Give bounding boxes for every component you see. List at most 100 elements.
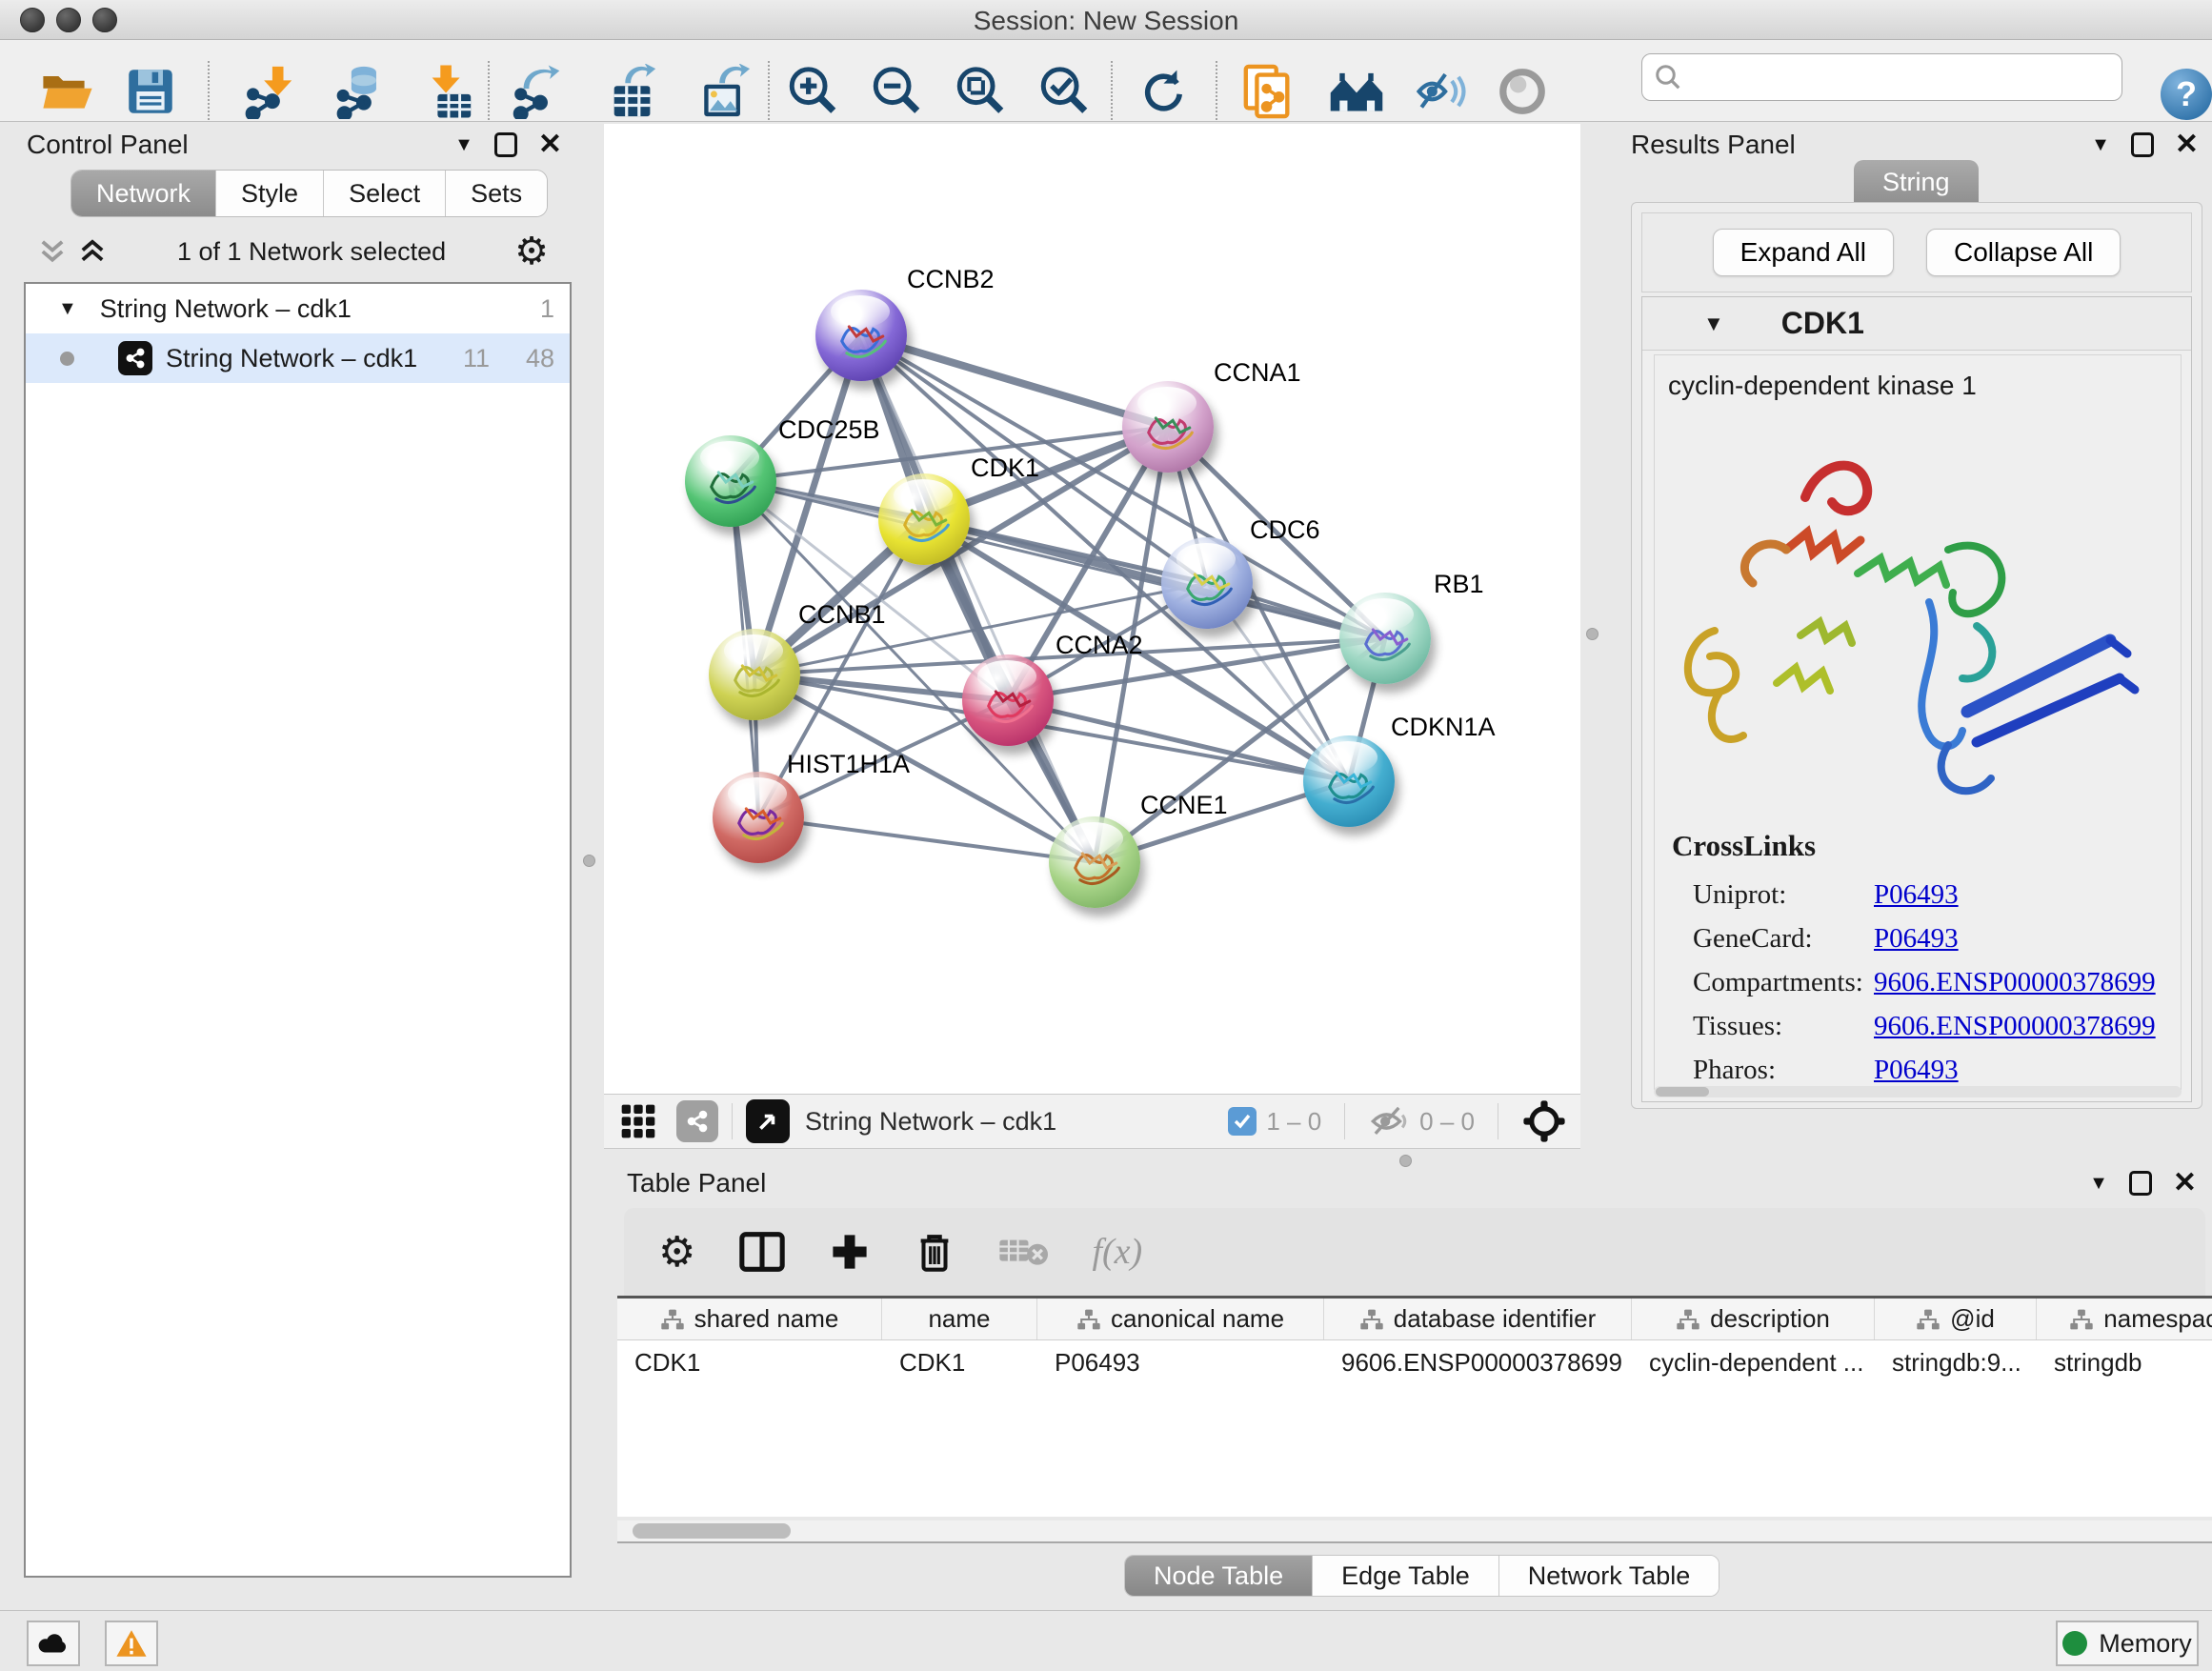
node-CDKN1A[interactable] (1303, 735, 1395, 827)
hidden-eye-icon[interactable] (1368, 1104, 1410, 1138)
save-session-icon[interactable] (126, 63, 175, 120)
expand-all-button[interactable]: Expand All (1713, 229, 1894, 276)
export-table-icon[interactable] (606, 63, 661, 120)
close-panel-icon[interactable]: ✕ (538, 131, 562, 159)
crosslink-link-pharos[interactable]: P06493 (1874, 1055, 1959, 1086)
results-tab-string[interactable]: String (1854, 160, 1979, 205)
table-hscrollbar[interactable] (617, 1520, 2212, 1541)
network-options-gear-icon[interactable]: ⚙ (514, 230, 549, 273)
show-columns-icon[interactable] (739, 1231, 785, 1273)
pan-crosshair-icon[interactable] (1521, 1098, 1567, 1144)
column-header-sharedname[interactable]: shared name (617, 1299, 882, 1339)
hide-selected-icon[interactable] (1414, 63, 1469, 120)
network-collection-row[interactable]: ▼ String Network – cdk1 1 (26, 284, 570, 333)
zoom-selected-icon[interactable] (1036, 63, 1092, 120)
maximize-panel-icon[interactable] (494, 132, 517, 157)
close-panel-icon[interactable]: ✕ (2173, 1169, 2197, 1198)
birds-eye-view-icon[interactable] (746, 1099, 790, 1143)
tab-select[interactable]: Select (324, 171, 446, 216)
column-header-description[interactable]: description (1632, 1299, 1875, 1339)
edge-CCNA2-CDKN1A[interactable] (1008, 700, 1349, 781)
import-network-database-icon[interactable] (333, 63, 389, 120)
open-session-icon[interactable] (40, 63, 95, 120)
table-row[interactable]: CDK1CDK1P064939606.ENSP00000378699cyclin… (617, 1340, 2212, 1384)
crosslink-link-genecard[interactable]: P06493 (1874, 923, 1959, 955)
memory-button[interactable]: Memory (2056, 1621, 2199, 1666)
column-header-name[interactable]: name (882, 1299, 1037, 1339)
collapse-collection-icon[interactable]: ▼ (58, 298, 77, 320)
expand-all-networks-icon[interactable] (76, 236, 109, 267)
selected-nodes-checkbox[interactable] (1228, 1107, 1257, 1136)
crosslink-link-tissues[interactable]: 9606.ENSP00000378699 (1874, 1011, 2156, 1042)
crosslink-row: Uniprot:P06493 (1655, 873, 2181, 916)
node-CDK1[interactable] (878, 473, 970, 565)
delete-column-icon[interactable] (915, 1230, 955, 1274)
export-network-icon[interactable] (513, 63, 568, 120)
maximize-panel-icon[interactable] (2131, 132, 2154, 157)
toolbar-search[interactable] (1641, 53, 2122, 101)
apply-layout-icon[interactable] (1136, 63, 1189, 120)
zoom-out-icon[interactable] (869, 63, 924, 120)
zoom-in-icon[interactable] (785, 63, 840, 120)
maximize-panel-icon[interactable] (2129, 1171, 2152, 1196)
node-CDC6[interactable] (1161, 537, 1253, 629)
tab-style[interactable]: Style (216, 171, 324, 216)
node-CCNB2[interactable] (815, 290, 907, 381)
function-builder-icon[interactable]: f(x) (1092, 1231, 1142, 1273)
tab-network-table[interactable]: Network Table (1499, 1556, 1719, 1596)
crosslink-link-compartments[interactable]: 9606.ENSP00000378699 (1874, 967, 2156, 998)
add-column-icon[interactable] (829, 1231, 871, 1273)
search-input[interactable] (1682, 63, 2101, 92)
results-hscrollbar[interactable] (1654, 1086, 2182, 1097)
gene-section-header[interactable]: ▼ CDK1 (1642, 297, 2191, 351)
column-header-namespace[interactable]: namespace (2037, 1299, 2212, 1339)
search-icon (1654, 63, 1682, 91)
import-network-file-icon[interactable] (242, 63, 297, 120)
network-share-view-icon[interactable] (676, 1100, 718, 1142)
node-CDC25B[interactable] (685, 435, 776, 527)
node-gloss (977, 660, 1036, 693)
left-splitter-handle[interactable] (583, 855, 595, 867)
node-HIST1H1A[interactable] (713, 772, 804, 863)
column-header-canonicalname[interactable]: canonical name (1037, 1299, 1324, 1339)
graphics-details-icon[interactable] (1498, 63, 1547, 120)
float-panel-icon[interactable]: ▼ (2091, 134, 2110, 156)
grid-view-icon[interactable] (619, 1102, 657, 1140)
tab-edge-table[interactable]: Edge Table (1313, 1556, 1499, 1596)
table-options-gear-icon[interactable]: ⚙ (658, 1228, 695, 1277)
close-panel-icon[interactable]: ✕ (2175, 131, 2199, 159)
delete-table-icon[interactable] (998, 1235, 1048, 1269)
crosslink-link-uniprot[interactable]: P06493 (1874, 879, 1959, 911)
edge-HIST1H1A-CCNE1[interactable] (758, 817, 1095, 862)
collapse-all-button[interactable]: Collapse All (1926, 229, 2121, 276)
node-CCNA2[interactable] (962, 654, 1054, 746)
right-splitter-handle[interactable] (1586, 628, 1599, 640)
node-CCNA1[interactable] (1122, 381, 1214, 473)
node-RB1[interactable] (1339, 593, 1431, 684)
collapse-all-networks-icon[interactable] (36, 236, 69, 267)
tab-node-table[interactable]: Node Table (1125, 1556, 1313, 1596)
float-panel-icon[interactable]: ▼ (454, 134, 473, 156)
tab-network[interactable]: Network (71, 171, 216, 216)
column-header-id[interactable]: @id (1875, 1299, 2037, 1339)
node-CCNE1[interactable] (1049, 816, 1140, 908)
network-canvas[interactable]: CCNB2CCNA1CDC25BCDK1CDC6RB1CCNB1CCNA2CDK… (604, 124, 1580, 1094)
float-panel-icon[interactable]: ▼ (2089, 1173, 2108, 1195)
network-column-icon (1916, 1308, 1941, 1331)
cloud-icon (36, 1631, 70, 1656)
edge-CCNB2-CCNA1[interactable] (861, 335, 1168, 427)
collapse-section-icon[interactable]: ▼ (1703, 312, 1724, 336)
cloud-status-button[interactable] (27, 1621, 80, 1666)
help-button[interactable]: ? (2161, 69, 2212, 120)
column-header-databaseidentifier[interactable]: database identifier (1324, 1299, 1632, 1339)
export-image-icon[interactable] (697, 63, 753, 120)
edge-CCNB2-CCNE1[interactable] (861, 335, 1095, 862)
tab-sets[interactable]: Sets (446, 171, 547, 216)
first-neighbors-icon[interactable] (1328, 63, 1385, 120)
network-row[interactable]: String Network – cdk1 11 48 (26, 333, 570, 383)
zoom-fit-icon[interactable] (953, 63, 1008, 120)
node-CCNB1[interactable] (709, 629, 800, 720)
warning-status-button[interactable] (105, 1621, 158, 1666)
import-table-file-icon[interactable] (421, 63, 476, 120)
new-network-from-selection-icon[interactable] (1240, 63, 1296, 120)
